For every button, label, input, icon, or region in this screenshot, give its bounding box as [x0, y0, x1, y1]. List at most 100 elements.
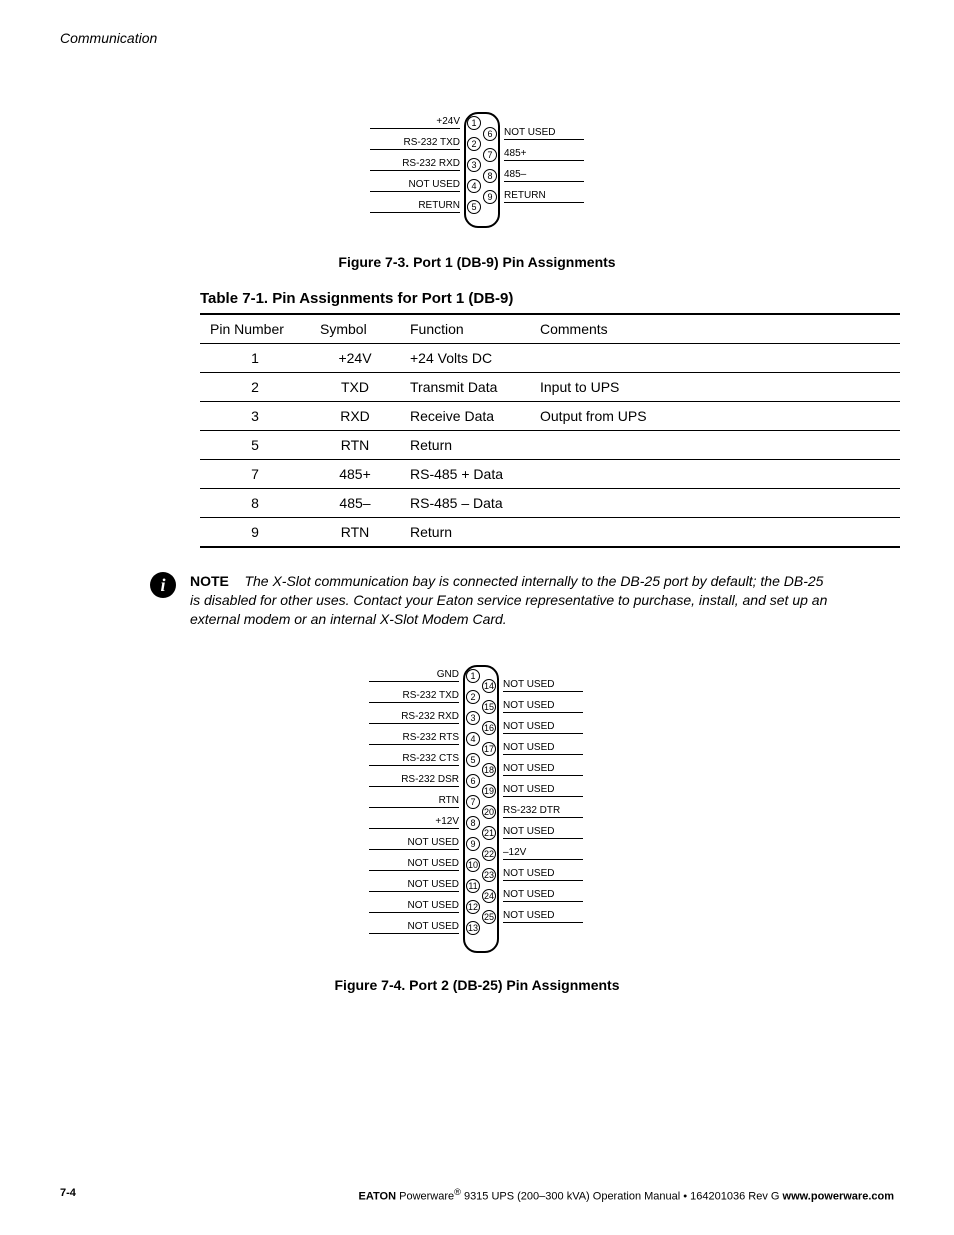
figure-7-4: 1GND2RS-232 TXD3RS-232 RXD4RS-232 RTS5RS… — [60, 659, 894, 959]
info-icon: i — [150, 572, 176, 598]
table-cell: Transmit Data — [400, 373, 530, 402]
table-cell: 1 — [200, 344, 310, 373]
table-cell: +24V — [310, 344, 400, 373]
pin-label: 485+ — [504, 148, 584, 161]
table-row: 3RXDReceive DataOutput from UPS — [200, 402, 900, 431]
table-cell — [530, 518, 900, 548]
pin: 5 — [467, 200, 481, 214]
table-cell: Return — [400, 518, 530, 548]
pin-label: NOT USED — [503, 763, 583, 776]
table-cell: RXD — [310, 402, 400, 431]
table-row: 9RTNReturn — [200, 518, 900, 548]
section-header: Communication — [60, 30, 894, 46]
table-cell: RTN — [310, 518, 400, 548]
footer-reg: ® — [454, 1187, 461, 1197]
pin-label: NOT USED — [369, 879, 459, 892]
table-header: Comments — [530, 314, 900, 344]
table-cell: 485– — [310, 489, 400, 518]
table-cell: 485+ — [310, 460, 400, 489]
pin-label: NOT USED — [369, 900, 459, 913]
pin-label: NOT USED — [503, 910, 583, 923]
footer-product: Powerware — [399, 1191, 454, 1203]
pin-label: RS-232 RXD — [369, 711, 459, 724]
pin-label: NOT USED — [503, 889, 583, 902]
table-cell: RTN — [310, 431, 400, 460]
pin: 13 — [466, 921, 480, 935]
figure-7-3: 1 +24V 2 RS-232 TXD 3 RS-232 RXD 4 NOT USED 5 RET… — [60, 106, 894, 236]
pin: 4 — [466, 732, 480, 746]
table-cell — [530, 431, 900, 460]
pin: 9 — [483, 190, 497, 204]
table-cell: Return — [400, 431, 530, 460]
table-cell — [530, 344, 900, 373]
pin-label: +12V — [369, 816, 459, 829]
table-row: 5RTNReturn — [200, 431, 900, 460]
note-text: NOTE The X-Slot communication bay is con… — [190, 572, 834, 629]
pin-label: NOT USED — [503, 700, 583, 713]
table-cell: RS-485 – Data — [400, 489, 530, 518]
footer-brand: EATON — [359, 1191, 397, 1203]
table-cell: 7 — [200, 460, 310, 489]
pin-label: NOT USED — [503, 742, 583, 755]
pin: 1 — [466, 669, 480, 683]
table-row: 7485+RS-485 + Data — [200, 460, 900, 489]
table-cell: 8 — [200, 489, 310, 518]
pin-label: RS-232 TXD — [369, 690, 459, 703]
table-cell: +24 Volts DC — [400, 344, 530, 373]
table-cell: 5 — [200, 431, 310, 460]
table-row: 1+24V+24 Volts DC — [200, 344, 900, 373]
page-number: 7-4 — [60, 1187, 76, 1203]
pin-label: NOT USED — [503, 784, 583, 797]
pin-label: RS-232 DSR — [369, 774, 459, 787]
figure-7-3-caption: Figure 7-3. Port 1 (DB-9) Pin Assignment… — [60, 254, 894, 270]
table-header: Function — [400, 314, 530, 344]
pin-label: RETURN — [504, 190, 584, 203]
pin: 7 — [466, 795, 480, 809]
pin-label: RS-232 TXD — [370, 137, 460, 150]
pin-label: RS-232 CTS — [369, 753, 459, 766]
table-cell: Output from UPS — [530, 402, 900, 431]
pin-label: +24V — [370, 116, 460, 129]
db25-connector: 1GND2RS-232 TXD3RS-232 RXD4RS-232 RTS5RS… — [337, 659, 617, 959]
footer-text: EATON Powerware® 9315 UPS (200–300 kVA) … — [359, 1187, 894, 1203]
table-cell: RS-485 + Data — [400, 460, 530, 489]
figure-7-4-caption: Figure 7-4. Port 2 (DB-25) Pin Assignmen… — [60, 977, 894, 993]
footer-tail: 9315 UPS (200–300 kVA) Operation Manual … — [461, 1191, 783, 1203]
db9-connector: 1 +24V 2 RS-232 TXD 3 RS-232 RXD 4 NOT USED 5 RET… — [342, 106, 612, 236]
pin: 3 — [466, 711, 480, 725]
pin: 2 — [466, 690, 480, 704]
table-row: 8485–RS-485 – Data — [200, 489, 900, 518]
table-cell — [530, 460, 900, 489]
pin: 8 — [466, 816, 480, 830]
pin-label: NOT USED — [504, 127, 584, 140]
table-cell: 2 — [200, 373, 310, 402]
pin: 2 — [467, 137, 481, 151]
table-cell: TXD — [310, 373, 400, 402]
table-7-1-title: Table 7-1. Pin Assignments for Port 1 (D… — [200, 290, 894, 307]
pin: 3 — [467, 158, 481, 172]
table-cell — [530, 489, 900, 518]
table-header: Symbol — [310, 314, 400, 344]
pin-label: –12V — [503, 847, 583, 860]
pin-label: NOT USED — [369, 921, 459, 934]
pin-label: RS-232 RXD — [370, 158, 460, 171]
table-cell: Input to UPS — [530, 373, 900, 402]
pin: 9 — [466, 837, 480, 851]
pin-label: RETURN — [370, 200, 460, 213]
pin: 7 — [483, 148, 497, 162]
table-cell: Receive Data — [400, 402, 530, 431]
note-body: The X-Slot communication bay is connecte… — [190, 573, 827, 627]
table-cell: 9 — [200, 518, 310, 548]
note-lead: NOTE — [190, 573, 229, 589]
pin: 1 — [467, 116, 481, 130]
pin-label: 485– — [504, 169, 584, 182]
table-7-1: Pin NumberSymbolFunctionComments 1+24V+2… — [200, 313, 900, 548]
table-header: Pin Number — [200, 314, 310, 344]
pin: 6 — [483, 127, 497, 141]
pin: 11 — [466, 879, 480, 893]
pin: 4 — [467, 179, 481, 193]
pin: 5 — [466, 753, 480, 767]
note: i NOTE The X-Slot communication bay is c… — [150, 572, 834, 629]
pin-label: RS-232 RTS — [369, 732, 459, 745]
pin-label: NOT USED — [503, 868, 583, 881]
